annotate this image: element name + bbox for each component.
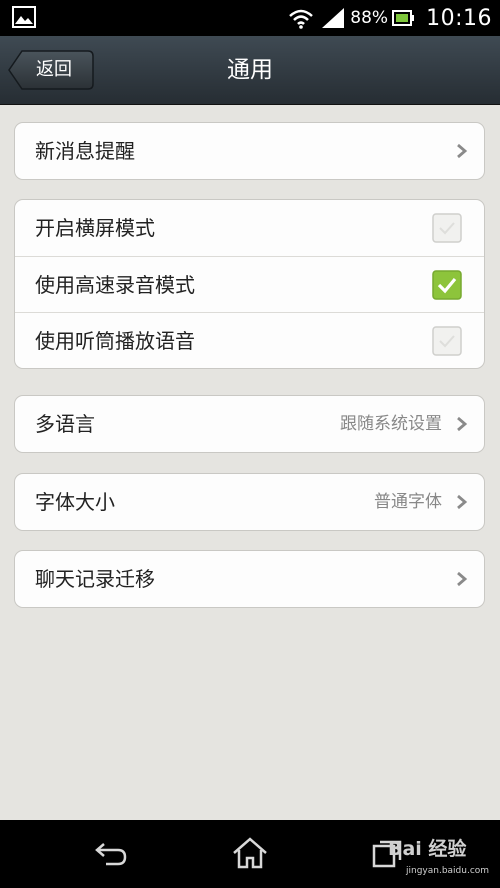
chevron-right-icon: [457, 416, 468, 432]
row-value: 跟随系统设置: [340, 414, 442, 434]
row-earpiece-playback[interactable]: 使用听筒播放语音: [15, 312, 484, 368]
signal-icon: [322, 8, 345, 28]
row-label: 多语言: [35, 412, 95, 436]
row-label: 使用高速录音模式: [35, 273, 195, 297]
checkbox-unchecked-icon[interactable]: [432, 326, 462, 356]
gallery-icon: [12, 6, 36, 28]
wifi-icon: [289, 9, 314, 29]
title-bar: 返回 通用: [0, 36, 500, 105]
clock: 10:16: [426, 5, 492, 31]
row-language[interactable]: 多语言 跟随系统设置: [15, 396, 484, 452]
home-icon[interactable]: [232, 836, 268, 870]
row-label: 使用听筒播放语音: [35, 329, 195, 353]
row-label: 聊天记录迁移: [35, 567, 155, 591]
chevron-right-icon: [457, 571, 468, 587]
group-chat-migration: 聊天记录迁移: [14, 550, 485, 608]
row-label: 开启横屏模式: [35, 216, 155, 240]
back-icon[interactable]: [92, 840, 128, 868]
page-title: 通用: [227, 57, 273, 83]
row-high-speed-recording[interactable]: 使用高速录音模式: [15, 256, 484, 312]
group-toggles: 开启横屏模式 使用高速录音模式 使用听筒播放语音: [14, 199, 485, 369]
row-chat-history-migration[interactable]: 聊天记录迁移: [15, 551, 484, 607]
status-bar: 88% 10:16: [0, 0, 500, 36]
group-font-size: 字体大小 普通字体: [14, 473, 485, 531]
checkbox-unchecked-icon[interactable]: [432, 213, 462, 243]
group-language: 多语言 跟随系统设置: [14, 395, 485, 453]
row-value: 普通字体: [374, 492, 442, 512]
row-new-message-alert[interactable]: 新消息提醒: [15, 123, 484, 179]
row-landscape-mode[interactable]: 开启横屏模式: [15, 200, 484, 256]
row-font-size[interactable]: 字体大小 普通字体: [15, 474, 484, 530]
battery-percent: 88%: [350, 8, 389, 28]
group-notifications: 新消息提醒: [14, 122, 485, 180]
battery-icon: [392, 10, 415, 26]
chevron-right-icon: [457, 143, 468, 159]
row-label: 新消息提醒: [35, 139, 135, 163]
row-label: 字体大小: [35, 490, 115, 514]
watermark: Bai 经验: [388, 838, 467, 860]
watermark-url: jingyan.baidu.com: [406, 866, 490, 876]
checkbox-checked-icon[interactable]: [432, 270, 462, 300]
chevron-right-icon: [457, 494, 468, 510]
navigation-bar: Bai 经验 jingyan.baidu.com: [0, 820, 500, 888]
